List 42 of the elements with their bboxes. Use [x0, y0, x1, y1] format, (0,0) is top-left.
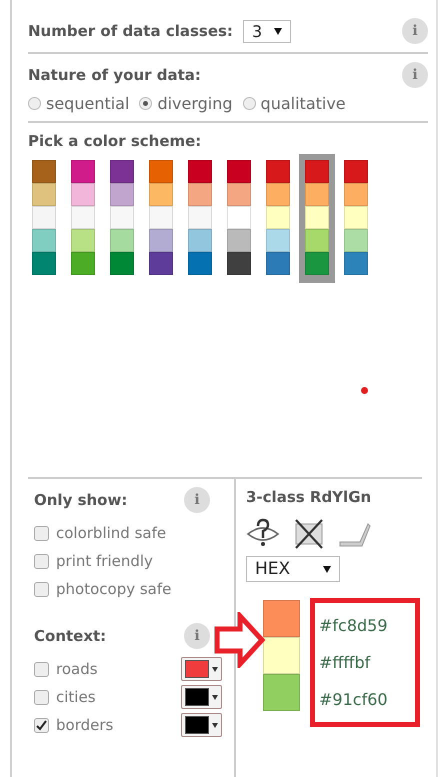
scheme-label: Pick a color scheme: [28, 132, 202, 150]
radio-button[interactable] [242, 97, 256, 110]
color-picker[interactable] [181, 657, 222, 681]
radio-label[interactable]: diverging [157, 94, 233, 113]
radio-label[interactable]: sequential [46, 94, 130, 113]
info-icon[interactable]: i [184, 487, 210, 513]
legend-title: 3-class RdYlGn [246, 488, 372, 506]
radio-button[interactable] [139, 97, 152, 110]
checkbox-label[interactable]: photocopy safe [56, 580, 172, 598]
checkbox[interactable] [34, 662, 49, 676]
hex-value: #ffffbf [319, 652, 372, 674]
radio-label[interactable]: qualitative [260, 94, 346, 113]
caret-icon [323, 566, 331, 572]
only-show-label: Only show: [34, 491, 128, 509]
classes-select[interactable]: 3 [242, 20, 292, 42]
checkbox[interactable] [34, 582, 49, 596]
color-scheme[interactable] [299, 154, 335, 283]
info-icon[interactable]: i [402, 62, 428, 88]
caret-icon [274, 28, 282, 34]
checkbox-label[interactable]: cities [56, 688, 96, 706]
hex-value: #fc8d59 [319, 615, 389, 637]
check-icon [36, 720, 47, 730]
checkbox-label[interactable]: colorblind safe [56, 524, 166, 542]
callout-arrow [214, 612, 266, 668]
color-picker[interactable] [181, 713, 222, 737]
dot-mark [361, 387, 368, 394]
hex-value: #91cf60 [319, 689, 389, 711]
color-picker[interactable] [181, 685, 222, 709]
nature-label: Nature of your data: [28, 66, 201, 84]
info-icon[interactable]: i [184, 623, 210, 649]
checkbox-label[interactable]: borders [56, 716, 114, 734]
format-select[interactable]: HEX [246, 556, 340, 582]
checkbox[interactable] [34, 554, 49, 568]
checkbox[interactable] [34, 526, 49, 540]
checkbox-label[interactable]: roads [56, 660, 98, 678]
checkbox-label[interactable]: print friendly [56, 552, 153, 570]
checkbox[interactable] [34, 718, 49, 732]
context-label: Context: [34, 627, 106, 645]
checkbox[interactable] [34, 690, 49, 704]
classes-label: Number of data classes: [28, 22, 233, 40]
radio-button[interactable] [28, 97, 41, 110]
info-icon[interactable]: i [402, 18, 428, 44]
